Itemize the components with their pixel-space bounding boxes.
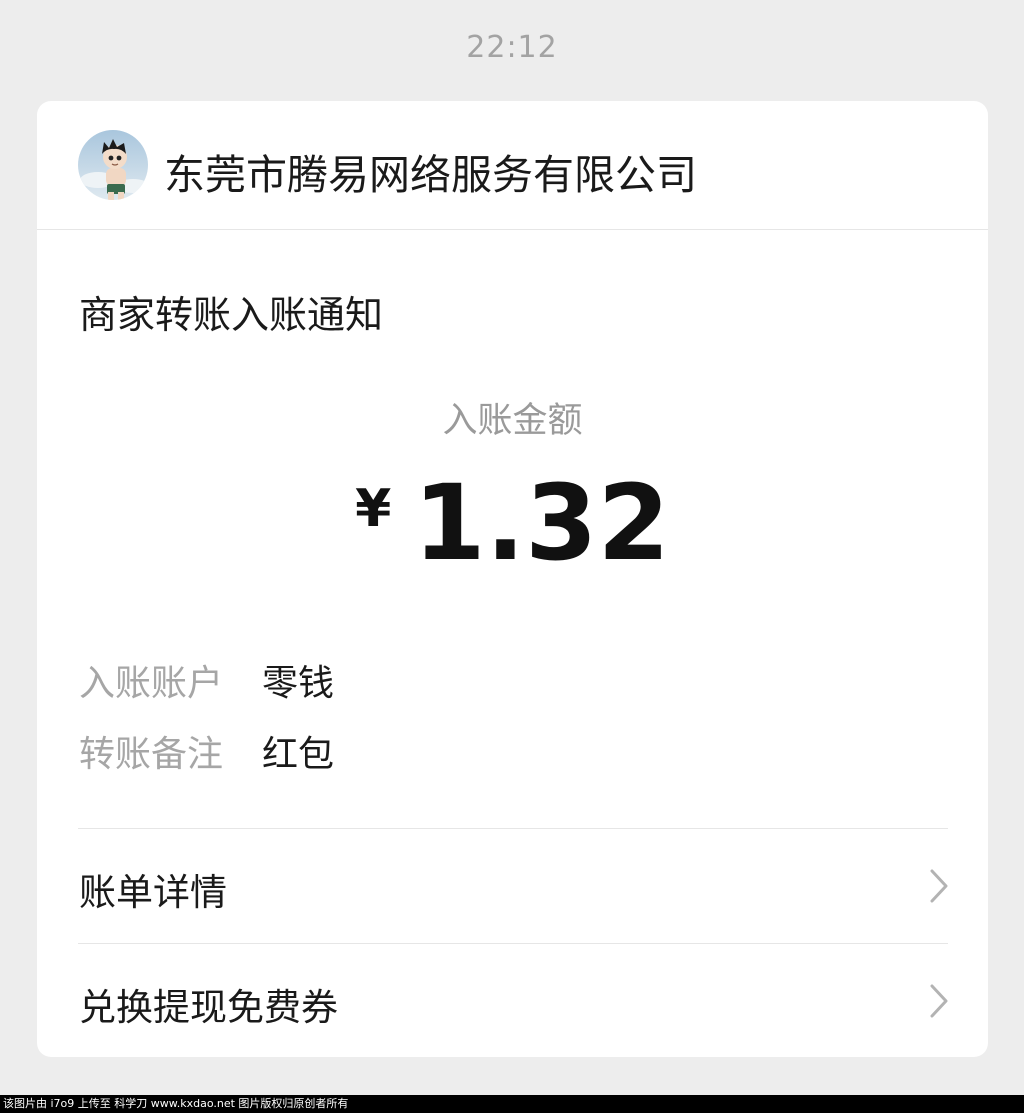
- message-timestamp: 22:12: [466, 30, 558, 65]
- amount-display: ¥1.32: [37, 471, 988, 575]
- chevron-right-icon: [930, 869, 948, 903]
- detail-row-account: 入账账户 零钱: [79, 654, 334, 706]
- detail-row-remark: 转账备注 红包: [79, 725, 334, 777]
- menu-label: 账单详情: [79, 871, 227, 914]
- notice-title: 商家转账入账通知: [79, 293, 384, 337]
- amount-value: 1.32: [413, 462, 670, 584]
- detail-key: 入账账户: [79, 663, 224, 704]
- avatar-image: [78, 130, 148, 200]
- menu-label: 兑换提现免费券: [79, 986, 338, 1029]
- redeem-voucher-link[interactable]: 兑换提现免费券: [78, 944, 948, 1057]
- chevron-right-icon: [930, 984, 948, 1018]
- merchant-name[interactable]: 东莞市腾易网络服务有限公司: [164, 141, 697, 201]
- amount-label: 入账金额: [442, 401, 583, 441]
- merchant-avatar[interactable]: [78, 130, 148, 200]
- detail-value: 零钱: [262, 663, 335, 704]
- detail-value: 红包: [262, 734, 335, 775]
- detail-key: 转账备注: [79, 734, 224, 775]
- transfer-notice-card[interactable]: 东莞市腾易网络服务有限公司 商家转账入账通知 入账金额 ¥1.32 入账账户 零钱…: [37, 101, 988, 1057]
- bill-details-link[interactable]: 账单详情: [78, 829, 948, 943]
- currency-symbol: ¥: [355, 479, 392, 539]
- watermark-bar: 该图片由 i7o9 上传至 科学刀 www.kxdao.net 图片版权归原创者…: [0, 1095, 1024, 1113]
- card-header[interactable]: 东莞市腾易网络服务有限公司: [37, 101, 988, 230]
